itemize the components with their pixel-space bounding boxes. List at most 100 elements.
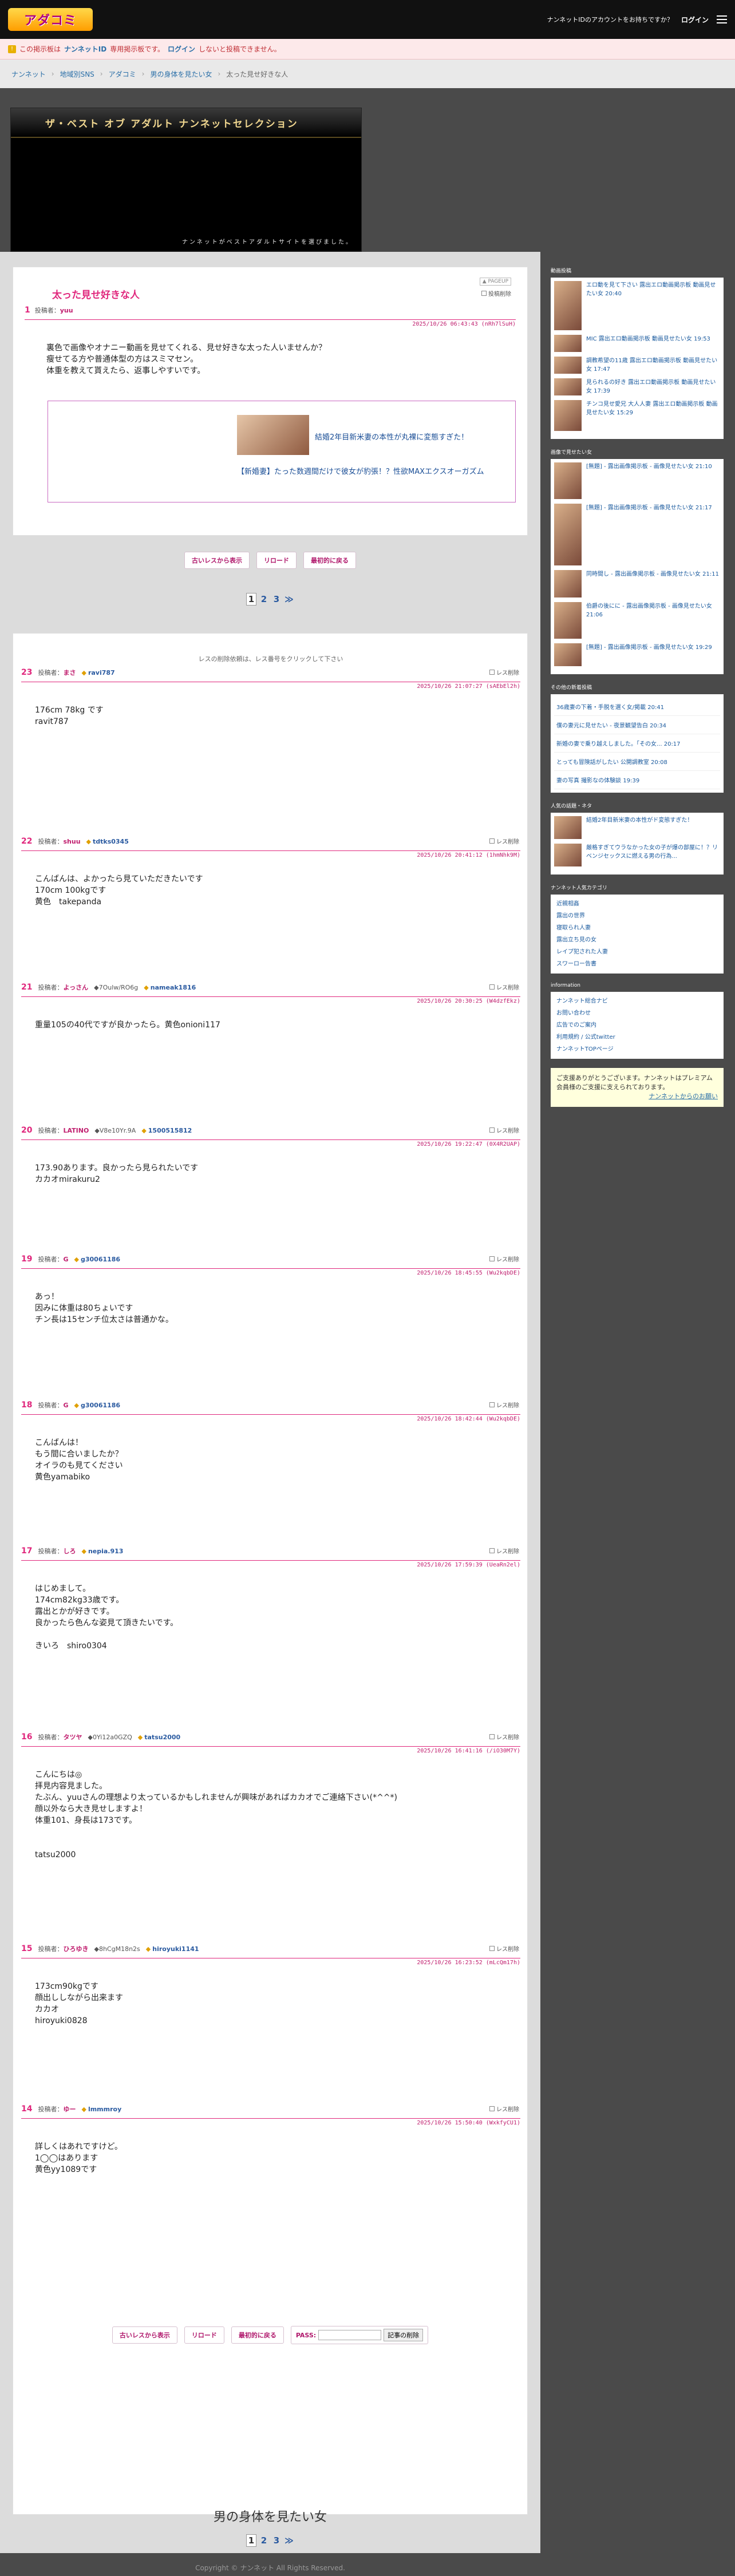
- sidebar-link[interactable]: 広告でのご案内: [554, 1019, 720, 1031]
- sidebar-thumb-item[interactable]: チンコ見せ愛兄 大人人妻 露出エロ動画掲示板 動画見せたい女 15:29: [554, 400, 720, 431]
- sidebar-thumb-item[interactable]: 結婚2年目新米妻の本性がド変態すぎた！: [554, 816, 720, 839]
- thumb-caption[interactable]: [無題] - 露出画像掲示板 - 画像見せたい女 21:10: [586, 462, 712, 471]
- inline-ad[interactable]: 結婚2年目新米妻の本性が丸裸に変態すぎた！ 【新婚妻】たった数週間だけで彼女が豹…: [48, 401, 516, 502]
- thumbnail[interactable]: [554, 844, 582, 866]
- reply-number[interactable]: 20: [21, 1126, 32, 1135]
- user-id[interactable]: g30061186: [74, 1402, 120, 1409]
- thumb-caption[interactable]: [無題] - 露出画像掲示板 - 画像見せたい女 21:17: [586, 504, 712, 512]
- breadcrumb-item[interactable]: アダコミ: [109, 69, 136, 79]
- post-number[interactable]: 1: [25, 306, 30, 315]
- thumbnail[interactable]: [554, 378, 582, 395]
- user-id[interactable]: ravi787: [81, 669, 115, 676]
- breadcrumb-item[interactable]: ナンネット: [11, 69, 46, 79]
- reply-delete-checkbox[interactable]: レス削除: [489, 1944, 519, 1953]
- reply-number[interactable]: 18: [21, 1400, 32, 1410]
- breadcrumb-item[interactable]: 男の身体を見たい女: [150, 69, 212, 79]
- post-delete-checkbox[interactable]: 投稿削除: [481, 289, 511, 298]
- page-3[interactable]: 3: [271, 593, 282, 606]
- sidebar-link[interactable]: 僕の妻元に見せたい - 夜景観望告白 20:34: [554, 716, 720, 734]
- ad-link[interactable]: 【新婚妻】たった数週間だけで彼女が豹張！？性欲MAXエクスオーガズム: [237, 466, 500, 478]
- hamburger-menu-icon[interactable]: [717, 15, 727, 23]
- page-1[interactable]: 1: [246, 593, 256, 606]
- sidebar-link[interactable]: 寝取られ人妻: [554, 922, 720, 934]
- reply-number[interactable]: 19: [21, 1255, 32, 1264]
- reply-delete-checkbox[interactable]: レス削除: [489, 983, 519, 991]
- reply-delete-checkbox[interactable]: レス削除: [489, 1126, 519, 1134]
- thumb-caption[interactable]: チンコ見せ愛兄 大人人妻 露出エロ動画掲示板 動画見せたい女 15:29: [586, 400, 720, 417]
- sidebar-link[interactable]: 36歳妻の下着・手脱を選く女/掲載 20:41: [554, 698, 720, 716]
- ad-thumbnail[interactable]: [237, 415, 309, 455]
- sidebar-thumb-item[interactable]: 厳格すぎてウラなかった女の子が爆の部屋に！？リベンジセックスに燃える男の行為..…: [554, 844, 720, 866]
- back-to-top-button[interactable]: 最初的に戻る: [231, 2326, 284, 2344]
- thumbnail[interactable]: [554, 643, 582, 666]
- thumb-caption[interactable]: MIC 露出エロ動画掲示板 動画見せたい女 19:53: [586, 335, 710, 343]
- reply-number[interactable]: 14: [21, 2104, 32, 2114]
- user-id[interactable]: nameak1816: [144, 984, 196, 991]
- reply-delete-checkbox[interactable]: レス削除: [489, 668, 519, 676]
- ad-title[interactable]: 結婚2年目新米妻の本性が丸裸に変態すぎた！: [315, 431, 468, 442]
- thumbnail[interactable]: [554, 570, 582, 597]
- sidebar-thumb-item[interactable]: [無題] - 露出画像掲示板 - 画像見せたい女 19:29: [554, 643, 720, 666]
- thumbnail[interactable]: [554, 602, 582, 639]
- sidebar-thumb-item[interactable]: [無題] - 露出画像掲示板 - 画像見せたい女 21:17: [554, 504, 720, 565]
- page-2[interactable]: 2: [259, 593, 269, 606]
- sidebar-thumb-item[interactable]: エロ動を見て下さい 露出エロ動画掲示板 動画見せたい女 20:40: [554, 281, 720, 330]
- thumb-caption[interactable]: 同時間し - 露出画像掲示板 - 画像見せたい女 21:11: [586, 570, 719, 579]
- sidebar-thumb-item[interactable]: [無題] - 露出画像掲示板 - 画像見せたい女 21:10: [554, 462, 720, 499]
- sidebar-link[interactable]: 近親相姦: [554, 898, 720, 910]
- reply-delete-checkbox[interactable]: レス削除: [489, 1400, 519, 1409]
- user-id[interactable]: lmmmroy: [81, 2106, 121, 2113]
- show-oldest-button[interactable]: 古いレスから表示: [112, 2326, 177, 2344]
- user-id[interactable]: nepia.913: [81, 1548, 124, 1555]
- thumb-caption[interactable]: 結婚2年目新米妻の本性がド変態すぎた！: [586, 816, 693, 825]
- page-1[interactable]: 1: [246, 2534, 256, 2547]
- footer-board-title[interactable]: 男の身体を見たい女: [0, 2507, 540, 2525]
- sidebar-link[interactable]: ナンネットTOPページ: [554, 1043, 720, 1055]
- next-page[interactable]: ≫: [284, 2534, 294, 2547]
- thumb-caption[interactable]: 伯爵の後にに - 露出画像掲示板 - 画像見せたい女 21:06: [586, 602, 720, 619]
- page-3[interactable]: 3: [271, 2534, 282, 2547]
- sidebar-thumb-item[interactable]: 同時間し - 露出画像掲示板 - 画像見せたい女 21:11: [554, 570, 720, 597]
- breadcrumb-item[interactable]: 地域別SNS: [60, 69, 94, 79]
- sidebar-link[interactable]: ナンネット総合ナビ: [554, 995, 720, 1007]
- thumbnail[interactable]: [554, 400, 582, 431]
- reload-button[interactable]: リロード: [184, 2326, 224, 2344]
- thumb-caption[interactable]: [無題] - 露出画像掲示板 - 画像見せたい女 19:29: [586, 643, 712, 652]
- sidebar-link[interactable]: 露出の世界: [554, 910, 720, 922]
- reload-button[interactable]: リロード: [256, 552, 297, 569]
- sidebar-link[interactable]: 妻の写真 撮影なの体験談 19:39: [554, 771, 720, 789]
- reply-number[interactable]: 22: [21, 837, 32, 846]
- user-id[interactable]: hiroyuki1141: [146, 1945, 199, 1953]
- notice-login-link[interactable]: ログイン: [168, 44, 195, 54]
- thumbnail[interactable]: [554, 816, 582, 839]
- thumb-caption[interactable]: エロ動を見て下さい 露出エロ動画掲示板 動画見せたい女 20:40: [586, 281, 720, 298]
- reply-number[interactable]: 17: [21, 1546, 32, 1556]
- thumbnail[interactable]: [554, 462, 582, 499]
- sidebar-link[interactable]: お問い合わせ: [554, 1007, 720, 1019]
- thumb-caption[interactable]: 見られるの好き 露出エロ動画掲示板 動画見せたい女 17:39: [586, 378, 720, 395]
- sidebar-thumb-item[interactable]: 調教希望の11歳 露出エロ動画掲示板 動画見せたい女 17:47: [554, 357, 720, 374]
- sidebar-thumb-item[interactable]: MIC 露出エロ動画掲示板 動画見せたい女 19:53: [554, 335, 720, 352]
- pass-input[interactable]: [318, 2330, 382, 2340]
- sidebar-link[interactable]: レイプ犯された人妻: [554, 946, 720, 958]
- reply-number[interactable]: 15: [21, 1944, 32, 1953]
- reply-number[interactable]: 23: [21, 668, 32, 677]
- thumbnail[interactable]: [554, 335, 582, 352]
- page-2[interactable]: 2: [259, 2534, 269, 2547]
- back-to-top-button[interactable]: 最初的に戻る: [303, 552, 356, 569]
- thumbnail[interactable]: [554, 504, 582, 565]
- delete-article-button[interactable]: 記事の削除: [384, 2329, 424, 2341]
- reply-delete-checkbox[interactable]: レス削除: [489, 1546, 519, 1555]
- reply-delete-checkbox[interactable]: レス削除: [489, 1255, 519, 1263]
- user-id[interactable]: g30061186: [74, 1256, 120, 1263]
- sidebar-link[interactable]: とっても冒険話がしたい 公開調教室 20:08: [554, 753, 720, 771]
- sidebar-link[interactable]: 露出立ち見の女: [554, 934, 720, 946]
- sidebar-thumb-item[interactable]: 伯爵の後にに - 露出画像掲示板 - 画像見せたい女 21:06: [554, 602, 720, 639]
- reply-delete-checkbox[interactable]: レス削除: [489, 837, 519, 845]
- thumbnail[interactable]: [554, 281, 582, 330]
- site-logo[interactable]: アダコミ: [8, 8, 93, 31]
- show-oldest-button[interactable]: 古いレスから表示: [184, 552, 250, 569]
- login-link[interactable]: ログイン: [681, 15, 709, 25]
- support-link[interactable]: ナンネットからのお願い: [556, 1092, 718, 1101]
- next-page[interactable]: ≫: [284, 593, 294, 606]
